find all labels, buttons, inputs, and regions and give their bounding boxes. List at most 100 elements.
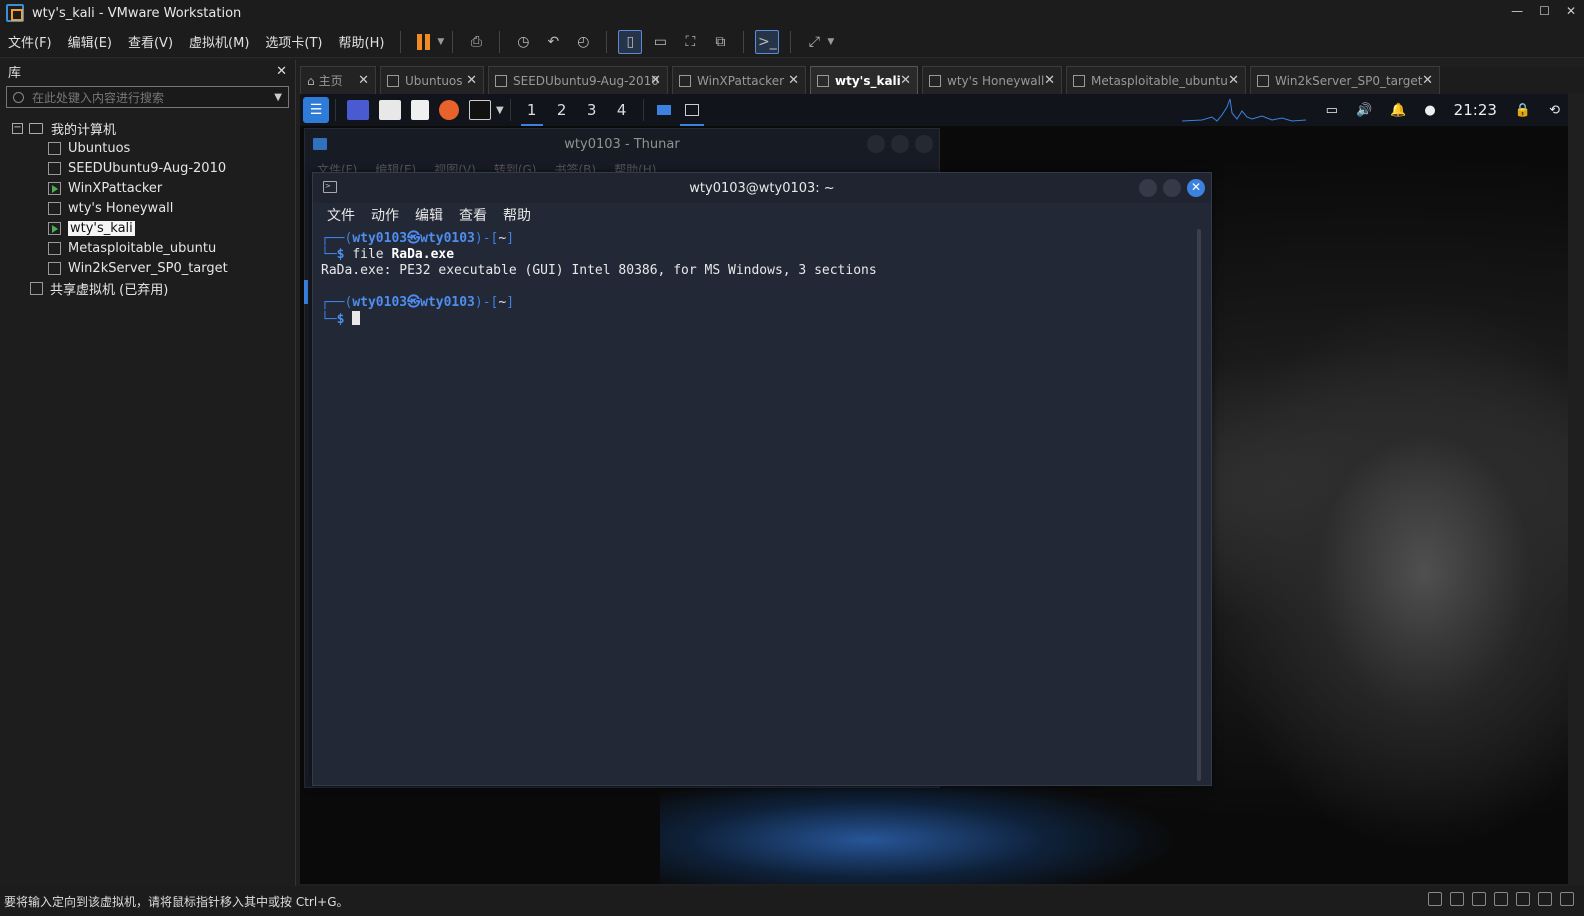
workspace-4[interactable]: 4 xyxy=(607,94,637,126)
clock[interactable]: 21:23 xyxy=(1454,101,1497,119)
unity-button[interactable]: ⧉ xyxy=(708,30,732,54)
maximize-icon[interactable] xyxy=(891,135,909,153)
stretch-dropdown-icon[interactable]: ▼ xyxy=(827,37,834,47)
search-dropdown-icon[interactable]: ▼ xyxy=(274,92,282,103)
show-library-button[interactable]: ▯ xyxy=(618,29,643,54)
taskbar-thunar-button[interactable] xyxy=(650,94,678,126)
tab-close-icon[interactable]: ✕ xyxy=(466,73,477,88)
minimize-icon[interactable]: — xyxy=(1511,4,1523,18)
tree-item-vm[interactable]: WinXPattacker xyxy=(0,178,295,198)
tab-seedubuntu[interactable]: SEEDUbuntu9-Aug-2010 ✕ xyxy=(488,66,668,94)
hard-disk-icon[interactable] xyxy=(1428,892,1442,906)
console-view-button[interactable]: >_ xyxy=(755,29,780,54)
snapshot-manager-button[interactable]: ◴ xyxy=(571,30,595,54)
file-manager-icon[interactable] xyxy=(379,100,401,120)
logout-icon[interactable]: ⟲ xyxy=(1549,103,1560,118)
tab-label: Metasploitable_ubuntu xyxy=(1091,73,1228,88)
volume-icon[interactable]: 🔊 xyxy=(1356,103,1372,118)
close-icon[interactable]: ✕ xyxy=(1187,179,1205,197)
tree-item-vm[interactable]: Win2kServer_SP0_target xyxy=(0,258,295,278)
library-search-input[interactable]: 在此处键入内容进行搜索 ▼ xyxy=(6,86,289,108)
send-ctrl-alt-del-button[interactable]: ⎙ xyxy=(464,30,488,54)
close-icon[interactable]: ✕ xyxy=(1566,4,1576,18)
notification-icon[interactable]: 🔔 xyxy=(1390,103,1406,118)
library-close-icon[interactable]: ✕ xyxy=(276,64,287,79)
vm-display[interactable]: ☰ ▼ 1 2 3 4 ▭ 🔊 🔔 ● 21:23 🔒 ⟲ wty0103 - … xyxy=(300,94,1568,884)
maximize-icon[interactable] xyxy=(1163,179,1181,197)
network-adapter-icon[interactable] xyxy=(1472,892,1486,906)
printer-icon[interactable] xyxy=(1516,892,1530,906)
shared-vm-icon xyxy=(30,281,43,295)
tree-root-my-computer[interactable]: − 我的计算机 xyxy=(0,118,295,138)
revert-snapshot-button[interactable]: ↶ xyxy=(541,30,565,54)
show-desktop-icon[interactable] xyxy=(347,100,369,120)
firefox-icon[interactable] xyxy=(439,100,459,120)
toolbar-divider xyxy=(499,30,501,53)
tab-close-icon[interactable]: ✕ xyxy=(358,73,369,88)
text-editor-icon[interactable] xyxy=(411,100,429,120)
collapse-icon[interactable]: − xyxy=(12,122,23,134)
tab-close-icon[interactable]: ✕ xyxy=(900,73,911,88)
tab-winxpattacker[interactable]: WinXPattacker ✕ xyxy=(672,66,806,94)
workspace-3[interactable]: 3 xyxy=(577,94,607,126)
pause-dropdown-icon[interactable]: ▼ xyxy=(437,37,444,47)
tab-close-icon[interactable]: ✕ xyxy=(650,73,661,88)
terminal-scrollbar[interactable] xyxy=(1197,229,1201,781)
minimize-icon[interactable] xyxy=(867,135,885,153)
display-icon[interactable]: ▭ xyxy=(1326,103,1338,118)
power-icon[interactable]: ● xyxy=(1424,103,1435,118)
tree-item-vm[interactable]: Ubuntuos xyxy=(0,138,295,158)
tree-item-vm-selected[interactable]: wty's_kali xyxy=(0,218,295,238)
terminal-dropdown-icon[interactable]: ▼ xyxy=(496,105,504,116)
terminal-menu-actions[interactable]: 动作 xyxy=(371,205,399,225)
tab-close-icon[interactable]: ✕ xyxy=(1422,73,1433,88)
usb-icon[interactable] xyxy=(1538,892,1552,906)
snapshot-button[interactable]: ◷ xyxy=(511,30,535,54)
maximize-icon[interactable]: ☐ xyxy=(1539,4,1550,18)
tree-item-vm[interactable]: wty's Honeywall xyxy=(0,198,295,218)
workspace-2[interactable]: 2 xyxy=(547,94,577,126)
sound-card-icon[interactable] xyxy=(1494,892,1508,906)
tab-close-icon[interactable]: ✕ xyxy=(788,73,799,88)
thumbnail-bar-button[interactable]: ▭ xyxy=(648,30,672,54)
thunar-titlebar: wty0103 - Thunar xyxy=(305,129,939,159)
vm-running-icon xyxy=(48,181,61,195)
menu-help[interactable]: 帮助(H) xyxy=(331,32,393,51)
search-icon xyxy=(13,91,24,103)
stretch-guest-button[interactable]: ⤢ xyxy=(802,30,826,54)
menu-tabs[interactable]: 选项卡(T) xyxy=(257,32,330,51)
tab-ubuntuos[interactable]: Ubuntuos ✕ xyxy=(380,66,484,94)
tab-close-icon[interactable]: ✕ xyxy=(1044,73,1055,88)
cd-rom-icon[interactable] xyxy=(1450,892,1464,906)
close-icon[interactable] xyxy=(915,135,933,153)
terminal-output[interactable]: ┌──(wty0103㉿wty0103)-[~] └─$ file RaDa.e… xyxy=(313,227,1211,331)
menu-view[interactable]: 查看(V) xyxy=(120,32,181,51)
tab-metasploitable[interactable]: Metasploitable_ubuntu ✕ xyxy=(1066,66,1246,94)
terminal-menu-edit[interactable]: 编辑 xyxy=(415,205,443,225)
terminal-window[interactable]: > wty0103@wty0103: ~ ✕ 文件 动作 编辑 查看 帮助 ┌─… xyxy=(312,172,1212,786)
fullscreen-button[interactable]: ⛶ xyxy=(678,30,702,54)
terminal-menu-help[interactable]: 帮助 xyxy=(503,205,531,225)
lock-icon[interactable]: 🔒 xyxy=(1515,103,1531,118)
terminal-titlebar: > wty0103@wty0103: ~ ✕ xyxy=(313,173,1211,203)
kali-menu-icon[interactable]: ☰ xyxy=(303,97,329,123)
terminal-launcher-icon[interactable] xyxy=(469,100,491,120)
tab-home[interactable]: ⌂ 主页 ✕ xyxy=(300,66,376,94)
pause-button[interactable] xyxy=(412,30,436,54)
workspace-1[interactable]: 1 xyxy=(517,94,547,126)
terminal-menu-file[interactable]: 文件 xyxy=(327,205,355,225)
tree-item-shared-vms[interactable]: 共享虚拟机 (已弃用) xyxy=(0,278,295,298)
menu-file[interactable]: 文件(F) xyxy=(0,32,60,51)
tab-wtys-kali[interactable]: wty's_kali ✕ xyxy=(810,66,918,94)
tab-win2kserver[interactable]: Win2kServer_SP0_target ✕ xyxy=(1250,66,1440,94)
menu-edit[interactable]: 编辑(E) xyxy=(60,32,120,51)
terminal-menu-view[interactable]: 查看 xyxy=(459,205,487,225)
tab-honeywall[interactable]: wty's Honeywall ✕ xyxy=(922,66,1062,94)
tab-close-icon[interactable]: ✕ xyxy=(1228,73,1239,88)
tree-item-vm[interactable]: SEEDUbuntu9-Aug-2010 xyxy=(0,158,295,178)
display-icon[interactable] xyxy=(1560,892,1574,906)
menu-vm[interactable]: 虚拟机(M) xyxy=(181,32,257,51)
minimize-icon[interactable] xyxy=(1139,179,1157,197)
taskbar-terminal-button[interactable] xyxy=(678,94,706,126)
tree-item-vm[interactable]: Metasploitable_ubuntu xyxy=(0,238,295,258)
